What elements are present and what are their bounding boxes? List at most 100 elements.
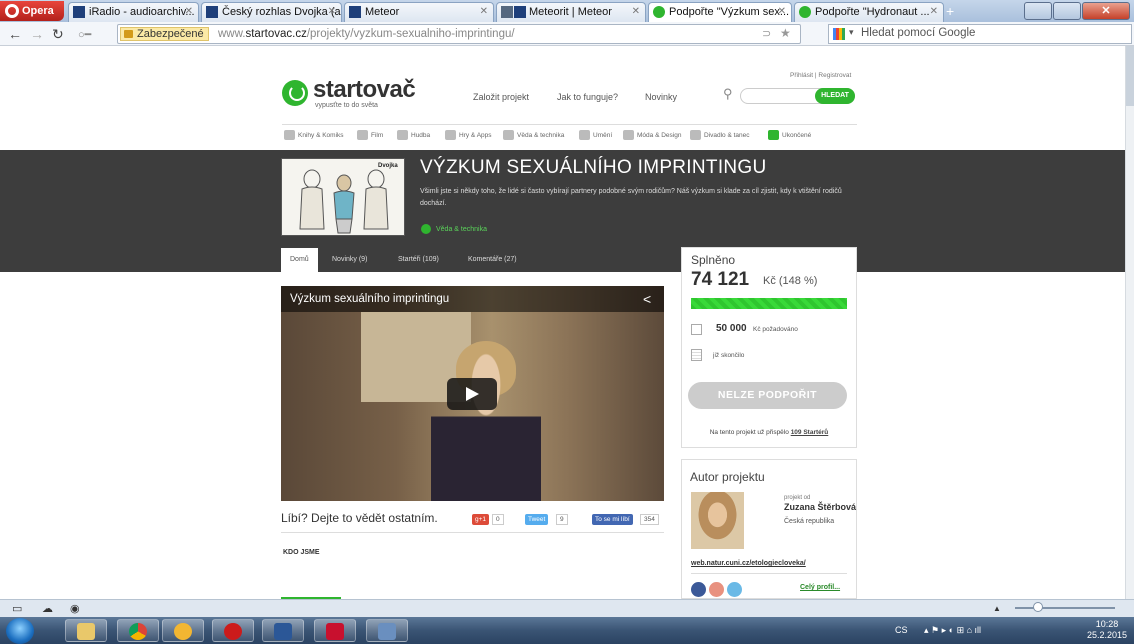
author-website-link[interactable]: web.natur.cuni.cz/etologiecloveka/ — [691, 560, 806, 567]
forward-icon[interactable]: → — [30, 26, 44, 42]
starters-link[interactable]: 109 Startérů — [791, 429, 829, 436]
windows-taskbar: CS ▴ ⚑ ▸ ◐ ⊞ ⌂ ıll 10:28 25.2.2015 — [0, 617, 1134, 644]
video-player[interactable]: Výzkum sexuálního imprintingu < — [281, 286, 664, 501]
tab-starters[interactable]: Startéři (109) — [389, 248, 448, 272]
close-icon[interactable]: ✕ — [480, 3, 488, 21]
close-window-button[interactable]: ✕ — [1082, 2, 1130, 20]
support-button-disabled[interactable]: NELZE PODPOŘIT — [688, 382, 847, 409]
category-books[interactable]: Knihy & Komiks — [284, 130, 344, 140]
zoom-slider-knob[interactable] — [1033, 602, 1043, 612]
maximize-button[interactable] — [1053, 2, 1081, 20]
cloud-icon[interactable]: ☁ — [42, 602, 53, 615]
panel-toggle-icon[interactable]: ▭ — [12, 602, 22, 615]
tab-home[interactable]: Domů — [281, 248, 318, 272]
tab-meteor[interactable]: Meteor ✕ — [344, 2, 494, 22]
address-field[interactable]: Zabezpečené www.startovac.cz/projekty/vy… — [117, 24, 801, 44]
category-fashion[interactable]: Móda & Design — [623, 130, 681, 140]
new-tab-icon[interactable]: + — [946, 3, 954, 19]
search-icon[interactable]: ⚲ — [723, 86, 733, 102]
tray-icons[interactable]: ▴ ⚑ ▸ ◐ ⊞ ⌂ ıll — [924, 625, 981, 635]
category-ended[interactable]: Ukončené — [768, 130, 811, 140]
tab-comments[interactable]: Komentáře (27) — [459, 248, 526, 272]
secure-badge[interactable]: Zabezpečené — [120, 27, 209, 41]
zoom-slider[interactable] — [1015, 607, 1115, 609]
taskbar-acrobat[interactable] — [314, 619, 356, 642]
minimize-button[interactable] — [1024, 2, 1052, 20]
project-category-link[interactable]: Věda & technika — [436, 226, 487, 233]
gplus-count: 0 — [492, 514, 504, 525]
gplus-button[interactable]: g+1 — [472, 514, 490, 525]
nav-news[interactable]: Novinky — [645, 92, 677, 102]
tab-meteorit[interactable]: Meteorit | Meteor ✕ — [496, 2, 646, 22]
play-button[interactable] — [447, 378, 497, 410]
vertical-scrollbar[interactable] — [1125, 46, 1134, 599]
taskbar-word[interactable] — [262, 619, 304, 642]
divider — [281, 532, 664, 533]
address-toolbar: ← → ↻ ○━ Zabezpečené www.startovac.cz/pr… — [0, 22, 1134, 46]
close-icon[interactable]: ✕ — [778, 3, 786, 21]
page-icon — [206, 6, 218, 18]
login-links[interactable]: Přihlásit | Registrovat — [790, 72, 851, 79]
lock-icon — [124, 30, 133, 38]
author-name[interactable]: Zuzana Štěrbová — [784, 502, 856, 512]
start-button[interactable] — [6, 618, 34, 644]
bookmark-star-icon[interactable]: ★ — [780, 26, 791, 40]
reload-icon[interactable]: ↻ — [52, 26, 64, 42]
nav-how-it-works[interactable]: Jak to funguje? — [557, 92, 618, 102]
search-field[interactable]: ▾ Hledat pomocí Google — [828, 24, 1132, 44]
taskbar-weather[interactable] — [162, 619, 204, 642]
close-icon[interactable]: ✕ — [930, 3, 938, 21]
full-profile-link[interactable]: Celý profil... — [800, 584, 840, 591]
taskbar-chrome[interactable] — [117, 619, 159, 642]
palette-icon — [579, 130, 590, 140]
category-art[interactable]: Umění — [579, 130, 612, 140]
gplus-icon[interactable] — [709, 582, 724, 597]
scrollbar-thumb[interactable] — [1126, 46, 1134, 106]
system-clock[interactable]: 10:28 25.2.2015 — [1087, 619, 1127, 641]
taskbar-explorer[interactable] — [65, 619, 107, 642]
category-science[interactable]: Věda & technika — [503, 130, 564, 140]
nav-create-project[interactable]: Založit projekt — [473, 92, 529, 102]
back-icon[interactable]: ← — [8, 26, 22, 42]
taskbar-window[interactable] — [366, 619, 408, 642]
opera-menu-button[interactable]: Opera — [0, 1, 64, 21]
tab-iradio[interactable]: iRadio - audioarchiv... ✕ — [68, 2, 199, 22]
category-theatre[interactable]: Divadlo & tanec — [690, 130, 750, 140]
tweet-count: 9 — [556, 514, 568, 525]
category-music[interactable]: Hudba — [397, 130, 430, 140]
twitter-icon[interactable] — [727, 582, 742, 597]
zoom-up-icon[interactable]: ▲ — [993, 604, 1001, 613]
chrome-icon — [129, 623, 147, 640]
share-icon[interactable]: < — [643, 291, 651, 307]
close-icon[interactable]: ✕ — [328, 3, 336, 21]
author-avatar[interactable] — [691, 492, 744, 549]
tab-podporte-hydronaut[interactable]: Podpořte "Hydronaut ... ✕ — [794, 2, 944, 22]
site-search-button[interactable]: HLEDAT — [815, 88, 855, 104]
tab-news[interactable]: Novinky (9) — [323, 248, 376, 272]
facebook-like-button[interactable]: To se mi líbí — [592, 514, 633, 525]
gamepad-icon — [445, 130, 456, 140]
tweet-button[interactable]: Tweet — [525, 514, 549, 525]
startovac-logo-icon[interactable] — [282, 80, 308, 106]
site-logo[interactable]: startovač — [313, 76, 416, 104]
facebook-icon[interactable] — [691, 582, 706, 597]
speed-dial-icon[interactable]: ◉ — [70, 602, 80, 615]
language-indicator[interactable]: CS — [895, 625, 908, 635]
funded-currency-percent: Kč (148 %) — [763, 275, 818, 287]
category-games[interactable]: Hry & Apps — [445, 130, 492, 140]
close-icon[interactable]: ✕ — [185, 3, 193, 21]
tab-podporte-vyzkum[interactable]: Podpořte "Výzkum sex... ✕ — [648, 2, 792, 22]
category-film[interactable]: Film — [357, 130, 383, 140]
word-icon — [274, 623, 292, 640]
tab-cesky-rozhlas[interactable]: Český rozhlas Dvojka (a... ✕ — [201, 2, 342, 22]
author-country: Česká republika — [784, 518, 835, 525]
funded-label: Splněno — [691, 253, 736, 267]
rss-icon[interactable]: ⊃ — [762, 27, 771, 40]
chevron-down-icon[interactable]: ▾ — [849, 27, 854, 38]
close-icon[interactable]: ✕ — [632, 3, 640, 21]
site-tagline: vypusťte to do světa — [315, 102, 378, 109]
book-icon — [284, 130, 295, 140]
key-icon[interactable]: ○━ — [78, 27, 91, 43]
video-title[interactable]: Výzkum sexuálního imprintingu — [281, 286, 664, 312]
taskbar-opera[interactable] — [212, 619, 254, 642]
